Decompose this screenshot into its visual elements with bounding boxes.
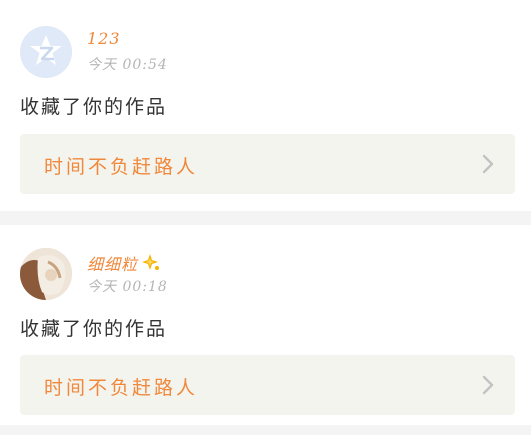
username[interactable]: 细细粒 <box>87 251 161 275</box>
chevron-right-icon <box>481 154 495 174</box>
username-text[interactable]: 细细粒 <box>87 251 138 275</box>
feed-item: 细细粒 今天 00:18 收藏了你的作品 时间不负赶路人 <box>0 225 531 425</box>
chevron-right-icon <box>481 375 495 395</box>
feed-item: 123 今天 00:54 收藏了你的作品 时间不负赶路人 <box>0 0 531 211</box>
user-photo-icon <box>20 248 72 300</box>
username-text[interactable]: 123 <box>87 29 121 48</box>
activity-text: 收藏了你的作品 <box>20 318 168 340</box>
timestamp: 今天 00:54 <box>87 57 168 73</box>
work-link[interactable]: 时间不负赶路人 <box>20 355 515 415</box>
username[interactable]: 123 <box>87 29 121 48</box>
feed-separator <box>0 211 531 225</box>
work-title: 时间不负赶路人 <box>44 156 199 178</box>
timestamp: 今天 00:18 <box>87 279 168 295</box>
activity-feed: 123 今天 00:54 收藏了你的作品 时间不负赶路人 细细粒 今天 00:1… <box>0 0 531 435</box>
avatar[interactable] <box>20 26 72 78</box>
activity-text: 收藏了你的作品 <box>20 96 168 118</box>
work-title: 时间不负赶路人 <box>44 377 199 399</box>
qzone-logo-icon <box>20 26 72 78</box>
feed-separator <box>0 425 531 435</box>
sparkle-badge-icon <box>141 253 161 273</box>
avatar[interactable] <box>20 248 72 300</box>
work-link[interactable]: 时间不负赶路人 <box>20 134 515 194</box>
